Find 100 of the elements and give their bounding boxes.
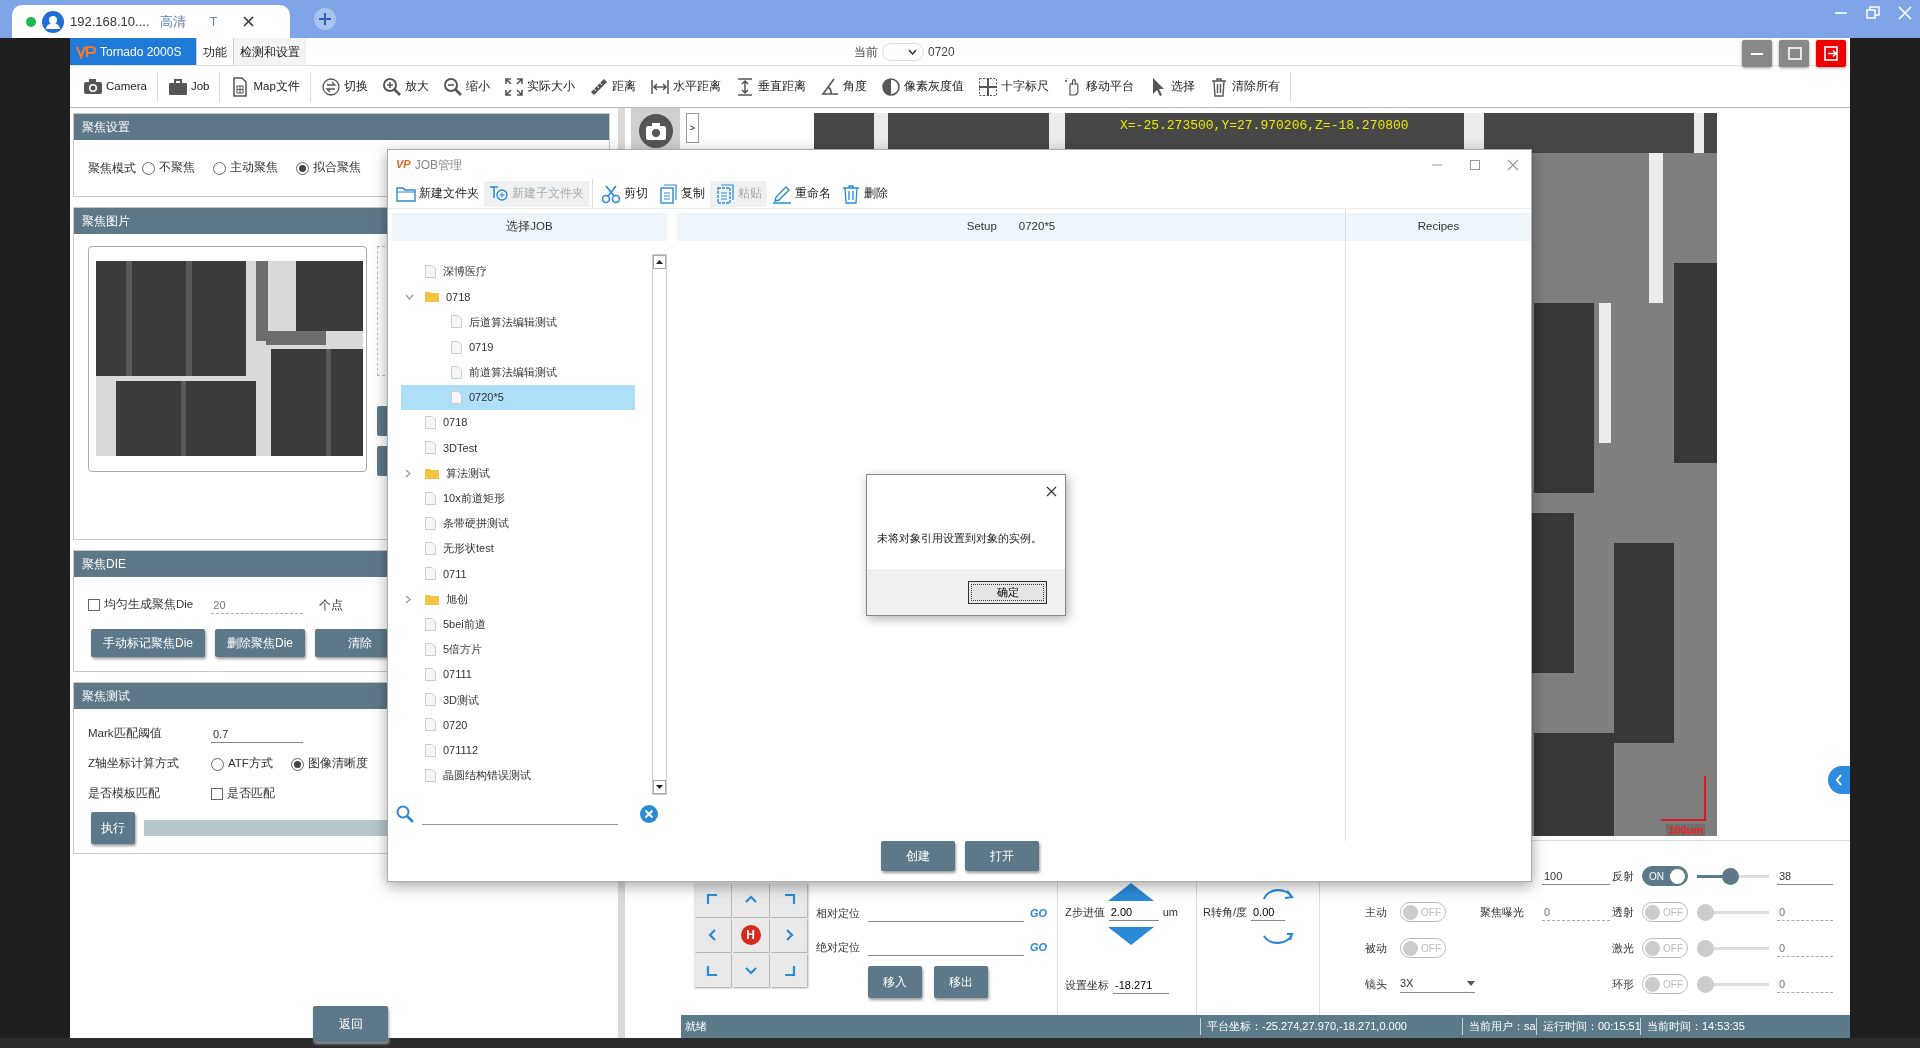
tree-item[interactable]: 0719: [401, 334, 635, 360]
count-field[interactable]: 20: [211, 596, 304, 614]
slider-thumb[interactable]: [1697, 975, 1714, 993]
tree-item[interactable]: 0711: [401, 561, 635, 587]
radio-button[interactable]: [211, 757, 224, 771]
toolbar-button[interactable]: 复制: [653, 180, 710, 207]
jog-button[interactable]: [770, 918, 807, 952]
toolbar-button[interactable]: 距离: [581, 76, 643, 97]
tab-close-button[interactable]: [243, 16, 255, 27]
toolbar-button[interactable]: 剪切: [596, 180, 653, 207]
toolbar-button[interactable]: 像素灰度值: [873, 76, 971, 97]
back-button[interactable]: 返回: [313, 1006, 388, 1042]
home-button[interactable]: H: [732, 918, 769, 952]
toolbar-button[interactable]: 选择: [1140, 76, 1202, 97]
tree-item[interactable]: 0720*5: [401, 384, 635, 411]
threshold-field[interactable]: 0.7: [211, 725, 303, 743]
tree-item[interactable]: 0718: [401, 410, 635, 436]
dialog-button[interactable]: 创建: [881, 841, 955, 871]
browser-tab[interactable]: 192.168.10.... 高清 T: [12, 5, 290, 38]
tree-item[interactable]: 晶圆结构错误测试: [401, 762, 635, 788]
radio-button[interactable]: [290, 757, 304, 771]
clear-button[interactable]: [640, 805, 658, 823]
toolbar-button[interactable]: Camera: [76, 76, 154, 97]
toolbar-button[interactable]: 角度: [812, 76, 874, 97]
tree-item[interactable]: 深博医疗: [401, 259, 635, 285]
tree-item[interactable]: 0720: [401, 712, 635, 738]
move-button[interactable]: 移入: [868, 966, 922, 998]
coordinate-field[interactable]: -18.271: [1113, 976, 1169, 994]
radio-option[interactable]: ATF方式: [211, 755, 273, 773]
toolbar-button[interactable]: 十字标尺: [970, 76, 1056, 97]
window-button[interactable]: [1779, 40, 1809, 67]
toolbar-button[interactable]: 水平距离: [642, 76, 728, 97]
toolbar-button[interactable]: 清除所有: [1201, 76, 1287, 97]
action-button[interactable]: 删除聚焦Die: [215, 629, 306, 657]
toolbar-button[interactable]: Map文件: [223, 76, 307, 97]
slider-thumb[interactable]: [1697, 903, 1714, 921]
tree-item[interactable]: 10x前道矩形: [401, 485, 635, 511]
tree-item[interactable]: 前道算法编辑测试: [401, 359, 635, 385]
slider-thumb[interactable]: [1721, 867, 1739, 885]
tree-item[interactable]: 071112: [401, 737, 635, 763]
ok-button[interactable]: 确定: [968, 580, 1047, 604]
toolbar-button[interactable]: 实际大小: [496, 76, 582, 97]
action-button[interactable]: 手动标记聚焦Die: [91, 629, 205, 657]
window-control[interactable]: [1469, 158, 1481, 171]
tree-item[interactable]: 3D测试: [401, 687, 635, 713]
toolbar-button[interactable]: 移动平台: [1055, 76, 1141, 97]
toolbar-button[interactable]: 放大: [374, 76, 436, 97]
jog-button[interactable]: [694, 883, 731, 917]
checkbox[interactable]: [211, 788, 223, 800]
value-field[interactable]: 0: [1777, 975, 1833, 993]
run-button[interactable]: 执行: [91, 812, 135, 844]
window-control[interactable]: [1507, 158, 1519, 171]
radio-button[interactable]: [142, 161, 155, 175]
slider-thumb[interactable]: [1697, 939, 1714, 957]
toolbar-button[interactable]: Job: [160, 76, 217, 97]
checkbox-option[interactable]: 是否匹配: [211, 785, 275, 803]
exposure-field[interactable]: 0: [1542, 903, 1610, 921]
dialog-button[interactable]: 打开: [965, 841, 1039, 871]
step-field[interactable]: 2.00: [1108, 903, 1159, 921]
collapse-tab[interactable]: [1828, 766, 1850, 794]
move-button[interactable]: 移出: [934, 966, 988, 998]
menu-tab[interactable]: 检测和设置: [234, 38, 306, 65]
toolbar-button[interactable]: 垂直距离: [727, 76, 813, 97]
radio-option[interactable]: 不聚焦: [142, 159, 195, 177]
jog-button[interactable]: [770, 883, 807, 917]
tree-item[interactable]: 条带硬拼测试: [401, 510, 635, 537]
radio-option[interactable]: 图像清晰度: [290, 755, 368, 773]
tree-item[interactable]: 无形状test: [401, 536, 635, 562]
tree-item[interactable]: 旭创: [401, 586, 635, 612]
jog-button[interactable]: [694, 953, 731, 987]
value-field[interactable]: 0: [1777, 903, 1833, 921]
angle-field[interactable]: 0.00: [1251, 903, 1285, 921]
checkbox-option[interactable]: 均匀生成聚焦Die: [88, 596, 194, 614]
tree-item[interactable]: 07111: [401, 662, 635, 688]
tree-item[interactable]: 3DTest: [401, 435, 635, 461]
window-button[interactable]: [1742, 40, 1772, 67]
window-button[interactable]: [1816, 40, 1846, 67]
go-link[interactable]: GO: [1030, 904, 1048, 922]
value-field[interactable]: 38: [1777, 867, 1833, 885]
new-tab-button[interactable]: [314, 8, 336, 30]
go-link[interactable]: GO: [1030, 938, 1048, 956]
radio-option[interactable]: 拟合聚焦: [296, 159, 361, 177]
window-control[interactable]: [1866, 6, 1880, 20]
toolbar-button[interactable]: 删除: [836, 180, 893, 207]
exposure-field[interactable]: 100: [1542, 867, 1610, 885]
expand-button[interactable]: >: [686, 113, 699, 143]
checkbox[interactable]: [88, 599, 100, 611]
toolbar-button[interactable]: 缩小: [435, 76, 497, 97]
jog-button[interactable]: [770, 953, 807, 987]
scroll-down-button[interactable]: [653, 780, 666, 794]
toolbar-button[interactable]: 重命名: [767, 180, 836, 207]
radio-option[interactable]: 主动聚焦: [213, 159, 278, 177]
scrollbar[interactable]: [652, 254, 667, 795]
tree-item[interactable]: 0718: [401, 284, 635, 310]
radio-button[interactable]: [213, 161, 226, 175]
toolbar-button[interactable]: 新建文件夹: [391, 180, 484, 207]
value-field[interactable]: 0: [1777, 939, 1833, 957]
tree-item[interactable]: 后道算法编辑测试: [401, 309, 635, 335]
jog-button[interactable]: [732, 883, 769, 917]
lens-dropdown[interactable]: 3X: [1400, 975, 1475, 993]
